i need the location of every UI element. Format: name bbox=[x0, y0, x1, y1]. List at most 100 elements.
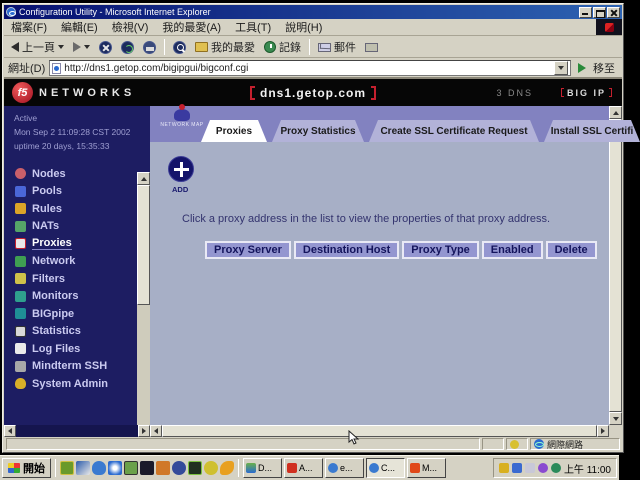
tab-proxies[interactable]: Proxies bbox=[201, 120, 267, 142]
mail-button[interactable]: 郵件 bbox=[315, 38, 359, 56]
sidebar-item-proxies[interactable]: Proxies bbox=[4, 235, 150, 253]
network-map-label: NETWORK MAP bbox=[160, 122, 204, 128]
arrow-down-icon bbox=[613, 417, 619, 421]
scroll-left-button[interactable] bbox=[4, 425, 16, 437]
rules-icon bbox=[15, 203, 26, 214]
sidebar-item-monitors[interactable]: Monitors bbox=[4, 288, 150, 306]
network-map-icon bbox=[174, 109, 190, 121]
back-dropdown-icon[interactable] bbox=[58, 45, 64, 49]
tray-icon[interactable] bbox=[551, 463, 561, 473]
maximize-button[interactable] bbox=[593, 7, 606, 18]
tab-install-ssl-certificate[interactable]: Install SSL Certifi bbox=[544, 120, 640, 142]
column-header-delete: Delete bbox=[546, 241, 597, 259]
scrollbar-thumb[interactable] bbox=[609, 119, 622, 412]
forward-dropdown-icon[interactable] bbox=[84, 45, 90, 49]
quicklaunch-icon[interactable] bbox=[60, 461, 74, 475]
quicklaunch-icon[interactable] bbox=[204, 461, 218, 475]
menu-bar: 檔案(F) 編輯(E) 檢視(V) 我的最愛(A) 工具(T) 說明(H) bbox=[4, 19, 622, 36]
sidebar-horizontal-scrollbar[interactable] bbox=[4, 425, 150, 437]
address-dropdown-button[interactable] bbox=[554, 61, 568, 75]
stop-button[interactable] bbox=[96, 40, 115, 55]
app-icon bbox=[287, 463, 297, 473]
tab-proxy-statistics[interactable]: Proxy Statistics bbox=[272, 120, 364, 142]
back-button[interactable]: 上一頁 bbox=[8, 38, 67, 56]
address-input[interactable]: http://dns1.getop.com/bigipgui/bigconf.c… bbox=[49, 60, 571, 76]
scroll-left-button[interactable] bbox=[150, 425, 162, 437]
quicklaunch-icon[interactable] bbox=[140, 461, 154, 475]
tray-icon[interactable] bbox=[499, 463, 509, 473]
forward-button[interactable] bbox=[70, 41, 93, 53]
quicklaunch-icon[interactable] bbox=[108, 461, 122, 475]
sidebar-item-bigpipe[interactable]: BIGpipe bbox=[4, 305, 150, 323]
taskbar-window-button-active[interactable]: C... bbox=[366, 458, 405, 478]
menu-view[interactable]: 檢視(V) bbox=[105, 18, 156, 36]
scroll-up-button[interactable] bbox=[609, 106, 622, 119]
taskbar-window-button[interactable]: M... bbox=[407, 458, 446, 478]
sidebar-item-label: Network bbox=[32, 255, 75, 267]
taskbar: 開始 D... A... e... C... M... 上午 11:00 bbox=[0, 455, 619, 480]
scroll-up-button[interactable] bbox=[137, 172, 150, 185]
menu-help[interactable]: 說明(H) bbox=[278, 18, 329, 36]
sidebar-item-system-admin[interactable]: System Admin bbox=[4, 375, 150, 393]
quicklaunch-icon[interactable] bbox=[156, 461, 170, 475]
tray-icon[interactable] bbox=[538, 463, 548, 473]
taskbar-divider bbox=[238, 459, 239, 477]
quicklaunch-icon[interactable] bbox=[76, 461, 90, 475]
horizontal-scrollbar[interactable] bbox=[150, 425, 609, 437]
quicklaunch-icon[interactable] bbox=[124, 461, 138, 475]
menu-favorites[interactable]: 我的最愛(A) bbox=[155, 18, 228, 36]
network-map-button[interactable]: NETWORK MAP bbox=[160, 109, 204, 128]
sidebar-item-mindterm-ssh[interactable]: Mindterm SSH bbox=[4, 358, 150, 376]
sidebar-item-rules[interactable]: Rules bbox=[4, 200, 150, 218]
sidebar-item-statistics[interactable]: Statistics bbox=[4, 323, 150, 341]
go-arrow-icon bbox=[578, 63, 591, 73]
menu-file[interactable]: 檔案(F) bbox=[4, 18, 54, 36]
taskbar-window-button[interactable]: e... bbox=[325, 458, 364, 478]
sidebar-item-nodes[interactable]: Nodes bbox=[4, 165, 150, 183]
start-button[interactable]: 開始 bbox=[2, 458, 51, 478]
favorites-button[interactable]: 我的最愛 bbox=[192, 38, 258, 56]
address-url[interactable]: http://dns1.getop.com/bigipgui/bigconf.c… bbox=[64, 63, 551, 74]
menu-tools[interactable]: 工具(T) bbox=[228, 18, 278, 36]
sidebar-item-label: Pools bbox=[32, 185, 62, 197]
scroll-right-button[interactable] bbox=[138, 425, 150, 437]
monitors-icon bbox=[15, 291, 26, 302]
stop-icon bbox=[99, 41, 112, 54]
quicklaunch-icon[interactable] bbox=[172, 461, 186, 475]
taskbar-window-button[interactable]: A... bbox=[284, 458, 323, 478]
print-button[interactable] bbox=[362, 42, 381, 53]
title-bar[interactable]: Configuration Utility - Microsoft Intern… bbox=[4, 5, 622, 19]
link-bigip[interactable]: BIG IP bbox=[561, 88, 612, 98]
bracket-right-icon bbox=[371, 86, 376, 100]
sidebar-item-nats[interactable]: NATs bbox=[4, 218, 150, 236]
sidebar-item-pools[interactable]: Pools bbox=[4, 183, 150, 201]
quicklaunch-icon[interactable] bbox=[92, 461, 106, 475]
taskbar-window-button[interactable]: D... bbox=[243, 458, 282, 478]
sidebar-item-log-files[interactable]: Log Files bbox=[4, 340, 150, 358]
refresh-button[interactable] bbox=[118, 40, 137, 55]
instruction-text: Click a proxy address in the list to vie… bbox=[182, 213, 595, 225]
sidebar-item-network[interactable]: Network bbox=[4, 253, 150, 271]
go-button[interactable]: 移至 bbox=[575, 60, 618, 76]
sidebar-scrollbar[interactable] bbox=[137, 172, 150, 425]
scrollbar-thumb[interactable] bbox=[162, 425, 597, 437]
close-button[interactable] bbox=[607, 7, 620, 18]
menu-edit[interactable]: 編輯(E) bbox=[54, 18, 105, 36]
minimize-button[interactable] bbox=[579, 7, 592, 18]
search-button[interactable] bbox=[170, 40, 189, 55]
add-button[interactable] bbox=[168, 156, 194, 182]
home-button[interactable] bbox=[140, 40, 159, 55]
scroll-down-button[interactable] bbox=[609, 412, 622, 425]
sidebar-item-label: Nodes bbox=[32, 168, 66, 180]
history-button[interactable]: 記錄 bbox=[261, 38, 304, 56]
scrollbar-thumb[interactable] bbox=[137, 185, 150, 305]
tab-create-ssl-certificate-request[interactable]: Create SSL Certificate Request bbox=[369, 120, 539, 142]
vertical-scrollbar[interactable] bbox=[609, 106, 622, 425]
scroll-right-button[interactable] bbox=[597, 425, 609, 437]
sidebar-item-filters[interactable]: Filters bbox=[4, 270, 150, 288]
tray-icon[interactable] bbox=[525, 463, 535, 473]
tray-icon[interactable] bbox=[512, 463, 522, 473]
quicklaunch-icon[interactable] bbox=[220, 461, 234, 475]
quicklaunch-icon[interactable] bbox=[188, 461, 202, 475]
link-3dns[interactable]: 3 DNS bbox=[496, 88, 533, 98]
